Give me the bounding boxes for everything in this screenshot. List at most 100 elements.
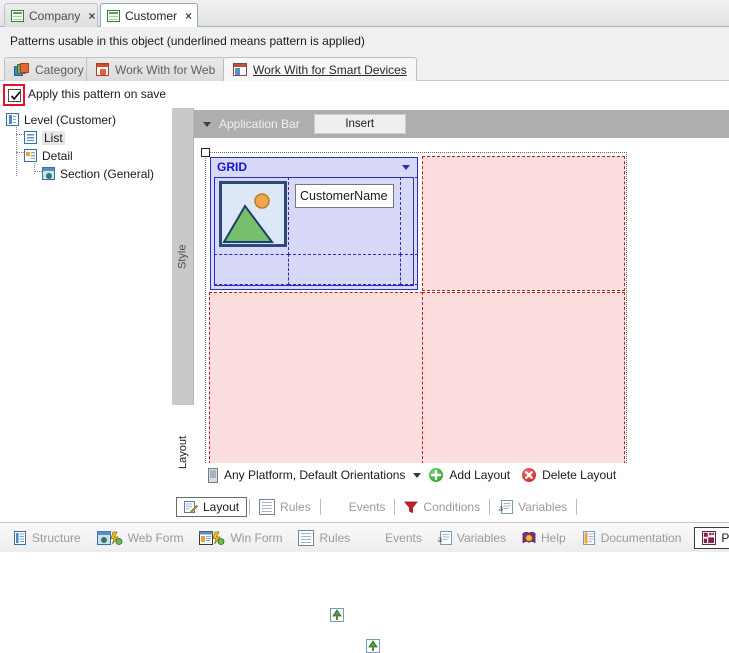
customer-name-label: CustomerName (300, 189, 388, 203)
application-bar[interactable]: Application Bar Insert (194, 110, 729, 138)
cross-glyph (525, 471, 534, 479)
bottom-tab-structure[interactable]: Structure (6, 527, 88, 549)
grid-cell[interactable] (400, 254, 418, 285)
mobile-device-icon (208, 467, 218, 483)
win-form-icon (199, 530, 225, 545)
pencil-layout-icon (184, 500, 198, 514)
dropdown-caret-icon[interactable] (402, 165, 410, 170)
bottom-tab-help[interactable]: Help (515, 527, 573, 549)
image-placeholder-icon[interactable] (219, 181, 287, 247)
add-layout-button[interactable]: Add Layout (449, 468, 510, 482)
side-tab-label: Style (176, 244, 189, 269)
pattern-tab-work-with-for-web[interactable]: Work With for Web (86, 57, 226, 81)
bottom-tab-web-form[interactable]: Web Form (90, 527, 191, 549)
bottom-tab-label: Structure (32, 530, 81, 545)
tab-layout[interactable]: Layout (176, 497, 248, 517)
dropdown-caret-icon[interactable] (413, 472, 422, 478)
layout-cell[interactable] (422, 156, 625, 291)
conditions-funnel-icon (404, 500, 419, 514)
add-circle-icon[interactable] (429, 468, 444, 482)
tree-node-label: List (42, 130, 65, 145)
bottom-tab-patterns[interactable]: Patterns (694, 526, 729, 549)
grid-cell[interactable] (214, 254, 289, 285)
tab-variables[interactable]: a Variables (492, 497, 574, 517)
events-tree-icon (366, 638, 381, 653)
document-tab-label: Customer (125, 9, 178, 23)
divider (319, 499, 321, 515)
collapse-caret-icon[interactable] (203, 121, 211, 127)
editor-part-tab-bar: Layout Rules Events Conditions a Variabl… (172, 494, 729, 622)
variables-icon: a (499, 500, 514, 514)
platform-selector-label[interactable]: Any Platform, Default Orientations (224, 468, 405, 482)
bottom-tab-label: Variables (456, 530, 506, 545)
close-icon[interactable]: × (185, 10, 192, 22)
bottom-tab-rules[interactable]: Rules (291, 527, 357, 549)
delete-circle-icon[interactable] (522, 468, 537, 482)
delete-layout-button[interactable]: Delete Layout (542, 468, 616, 482)
tab-conditions[interactable]: Conditions (397, 497, 487, 517)
grid-control[interactable]: GRID CustomerName (210, 157, 418, 290)
web-pattern-icon (96, 63, 109, 76)
layout-designer: Application Bar Insert GRID CustomerName (194, 110, 729, 518)
variables-icon: a (438, 530, 452, 545)
check-icon (10, 91, 21, 101)
pattern-instance-tree[interactable]: Level (Customer) List Detail Section (Ge… (0, 108, 172, 518)
patterns-header: Patterns usable in this object (underlin… (0, 27, 729, 54)
customer-name-field[interactable]: CustomerName (295, 184, 394, 208)
bottom-tab-label: Documentation (600, 530, 682, 545)
side-tab-style[interactable]: Style (172, 108, 194, 405)
layout-cell[interactable] (422, 292, 625, 484)
layout-cell[interactable] (209, 292, 423, 484)
events-tree-icon (329, 608, 344, 622)
bottom-tab-label: Rules (319, 530, 351, 545)
patterns-editor-window: Company × Customer × Patterns usable in … (0, 0, 729, 653)
layout-canvas[interactable]: GRID CustomerName (205, 152, 627, 485)
help-book-icon (522, 531, 536, 545)
grid-control-body: CustomerName (214, 177, 418, 286)
detail-icon (24, 149, 37, 162)
side-tab-layout[interactable]: Layout (172, 405, 194, 500)
divider (576, 499, 578, 515)
grid-control-header: GRID (211, 158, 417, 177)
grid-cell[interactable] (288, 254, 401, 285)
section-icon (42, 167, 55, 180)
canvas-resize-handle[interactable] (201, 148, 210, 157)
tree-node-detail[interactable]: Detail (24, 147, 73, 164)
object-view-tab-bar: Structure Web Form Win Form Rules Events… (0, 522, 729, 653)
grid-document-icon (11, 9, 24, 22)
bottom-tab-label: Patterns (721, 530, 729, 545)
category-icon (14, 62, 29, 77)
pattern-tab-label: Work With for Web (115, 62, 216, 77)
document-tab-customer[interactable]: Customer × (100, 3, 198, 28)
bottom-tab-label: Win Form (230, 530, 283, 545)
apply-on-save-label: Apply this pattern on save (28, 87, 167, 101)
svg-text:a: a (499, 503, 503, 513)
pattern-tab-label: Work With for Smart Devices (253, 62, 407, 77)
pattern-tab-work-with-for-smart-devices[interactable]: Work With for Smart Devices (223, 57, 417, 81)
divider (489, 499, 491, 515)
insert-button[interactable]: Insert (313, 114, 406, 134)
pattern-tab-category[interactable]: Category (4, 57, 94, 81)
bottom-tab-variables[interactable]: a Variables (431, 527, 513, 549)
document-tab-bar: Company × Customer × (0, 0, 729, 28)
layout-toolbar: Any Platform, Default Orientations Add L… (194, 463, 729, 487)
tree-node-level-customer[interactable]: Level (Customer) (6, 111, 116, 128)
patterns-header-text: Patterns usable in this object (underlin… (10, 33, 365, 48)
rules-page-icon (259, 499, 276, 515)
tab-rules[interactable]: Rules (252, 497, 318, 517)
application-bar-label: Application Bar (219, 117, 300, 131)
tab-events[interactable]: Events (323, 497, 393, 622)
document-tab-company[interactable]: Company × (4, 3, 98, 27)
bottom-tab-events[interactable]: Events (359, 527, 429, 653)
tree-node-section-general[interactable]: Section (General) (42, 165, 154, 182)
bottom-tab-label: Events (385, 530, 422, 545)
bottom-tab-win-form[interactable]: Win Form (192, 527, 289, 549)
close-icon[interactable]: × (88, 10, 95, 22)
grid-cell[interactable] (400, 177, 418, 255)
tree-node-list[interactable]: List (24, 129, 65, 146)
level-icon (6, 113, 19, 126)
apply-pattern-on-save-row: Apply this pattern on save (0, 82, 729, 108)
apply-on-save-checkbox[interactable] (8, 89, 21, 102)
bottom-tab-documentation[interactable]: Documentation (575, 527, 689, 549)
pattern-tab-bar: Category Work With for Web Work With for… (0, 54, 729, 81)
